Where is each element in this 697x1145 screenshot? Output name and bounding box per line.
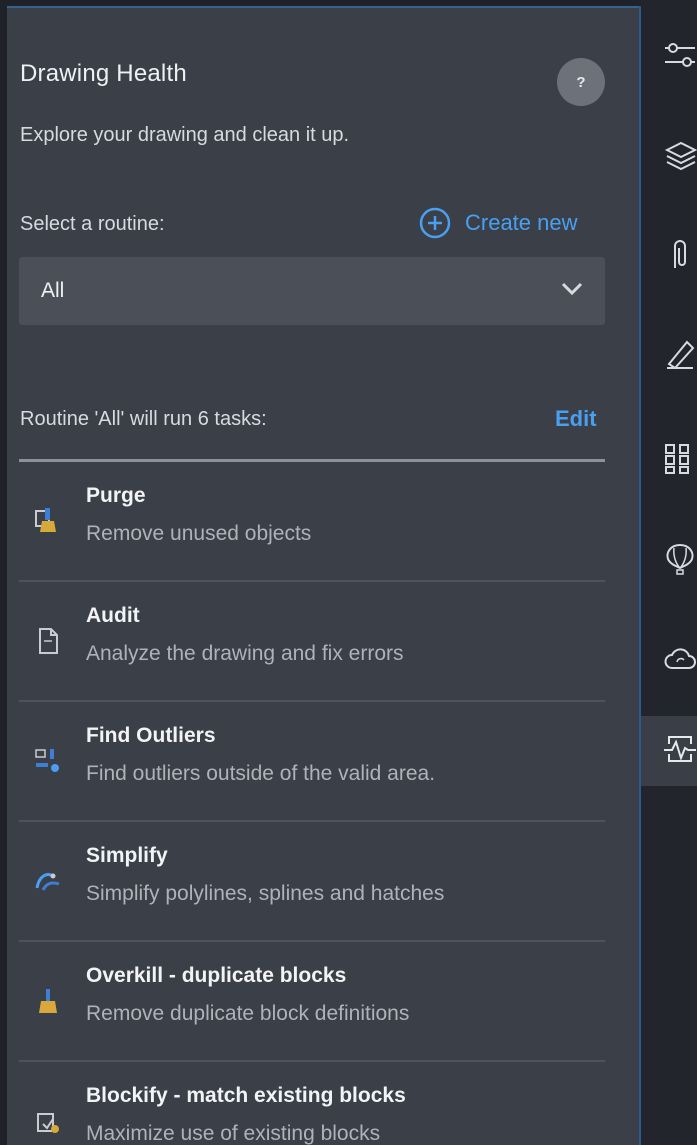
task-item-overkill[interactable]: Overkill - duplicate blocks Remove dupli… xyxy=(19,942,605,1062)
plus-circle-icon xyxy=(419,207,451,239)
properties-icon xyxy=(663,38,697,77)
xref-balloon-icon xyxy=(663,542,697,581)
toolbar-item-drawing-health[interactable] xyxy=(641,716,697,786)
task-item-find-outliers[interactable]: Find Outliers Find outliers outside of t… xyxy=(19,702,605,822)
toolbar-item-blocks[interactable] xyxy=(641,426,697,496)
overkill-icon xyxy=(33,986,63,1016)
task-list: Purge Remove unused objects Audit Analyz… xyxy=(19,462,605,1145)
toolbar-item-markup[interactable] xyxy=(641,320,697,390)
task-name: Overkill - duplicate blocks xyxy=(86,964,347,987)
toolbar-item-cloud-sync[interactable] xyxy=(641,626,697,696)
toolbar-item-attach[interactable] xyxy=(641,222,697,292)
panel-subtitle: Explore your drawing and clean it up. xyxy=(20,124,350,146)
routine-summary: Routine 'All' will run 6 tasks: xyxy=(20,408,267,430)
task-description: Simplify polylines, splines and hatches xyxy=(86,882,445,905)
task-description: Remove duplicate block definitions xyxy=(86,1002,410,1025)
blockify-icon xyxy=(33,1106,63,1136)
task-name: Blockify - match existing blocks xyxy=(86,1084,406,1107)
cloud-sync-icon xyxy=(663,642,697,681)
task-description: Find outliers outside of the valid area. xyxy=(86,762,436,785)
task-description: Analyze the drawing and fix errors xyxy=(86,642,404,665)
simplify-icon xyxy=(33,866,63,896)
drawing-health-panel: Drawing Health ? Explore your drawing an… xyxy=(7,6,639,1145)
panel-title: Drawing Health xyxy=(20,60,187,87)
layers-icon xyxy=(663,138,697,177)
purge-icon xyxy=(33,506,63,536)
task-description: Remove unused objects xyxy=(86,522,312,545)
task-name: Find Outliers xyxy=(86,724,216,747)
help-button[interactable]: ? xyxy=(557,58,605,106)
toolbar-item-properties[interactable] xyxy=(641,22,697,92)
create-new-label: Create new xyxy=(465,210,578,235)
right-toolbar xyxy=(641,0,697,1145)
markup-icon xyxy=(663,336,697,375)
toolbar-item-layers[interactable] xyxy=(641,122,697,192)
create-new-button[interactable]: Create new xyxy=(419,206,578,240)
chevron-down-icon xyxy=(561,282,583,301)
blocks-icon xyxy=(663,442,697,481)
task-item-blockify[interactable]: Blockify - match existing blocks Maximiz… xyxy=(19,1062,605,1145)
task-name: Simplify xyxy=(86,844,168,867)
task-item-simplify[interactable]: Simplify Simplify polylines, splines and… xyxy=(19,822,605,942)
drawing-health-icon xyxy=(663,732,697,771)
attach-icon xyxy=(663,238,697,277)
find-outliers-icon xyxy=(33,746,63,776)
select-routine-label: Select a routine: xyxy=(20,213,165,235)
task-name: Purge xyxy=(86,484,146,507)
routine-select-value: All xyxy=(41,279,65,302)
task-name: Audit xyxy=(86,604,140,627)
task-item-audit[interactable]: Audit Analyze the drawing and fix errors xyxy=(19,582,605,702)
routine-select[interactable]: All xyxy=(19,257,605,325)
task-description: Maximize use of existing blocks xyxy=(86,1122,381,1145)
task-item-purge[interactable]: Purge Remove unused objects xyxy=(19,462,605,582)
edit-routine-link[interactable]: Edit xyxy=(555,406,597,432)
toolbar-item-xref[interactable] xyxy=(641,526,697,596)
drawing-health-window: Drawing Health ? Explore your drawing an… xyxy=(0,0,697,1145)
audit-icon xyxy=(33,626,63,656)
